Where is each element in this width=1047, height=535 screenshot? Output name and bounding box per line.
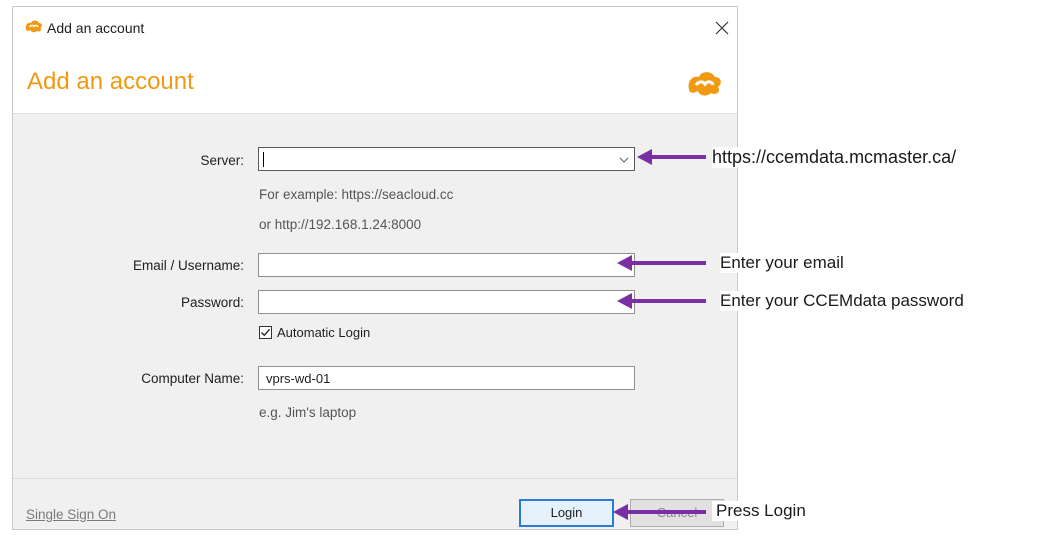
email-annotation: Enter your email [720,253,844,273]
annotation-arrows [613,149,706,520]
password-annotation: Enter your CCEMdata password [720,291,964,311]
login-annotation: Press Login [712,501,810,521]
server-annotation: https://ccemdata.mcmaster.ca/ [712,147,957,168]
